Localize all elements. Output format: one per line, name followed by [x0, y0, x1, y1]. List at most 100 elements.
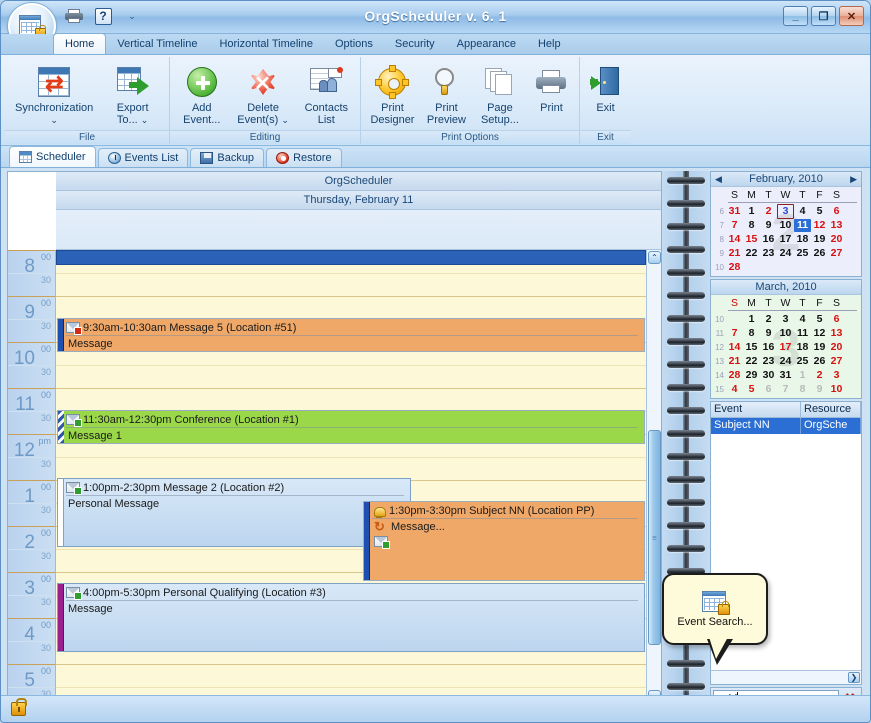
add-event-button[interactable]: Add Event... — [174, 60, 230, 126]
selected-time-block[interactable] — [56, 250, 646, 265]
exit-button[interactable]: Exit — [584, 60, 627, 114]
contacts-list-button[interactable]: Contacts List — [297, 60, 356, 126]
export-to-button[interactable]: Export To... ⌄ — [100, 60, 165, 126]
calendar-day-cell[interactable]: 20 — [828, 341, 845, 354]
calendar-day-cell[interactable]: 31 — [777, 369, 794, 382]
calendar-day-cell[interactable]: 2 — [760, 313, 777, 326]
calendar-day-cell[interactable]: 9 — [811, 383, 828, 396]
calendar-day-cell[interactable]: 5 — [743, 383, 760, 396]
calendar-day-cell[interactable]: 20 — [828, 233, 845, 246]
print-designer-button[interactable]: Print Designer — [365, 60, 420, 126]
calendar-day-cell[interactable]: 17 — [777, 341, 794, 354]
prev-month-button[interactable]: ◀ — [715, 174, 722, 185]
calendar-day-cell[interactable]: 10 — [777, 327, 794, 340]
calendar-day-cell[interactable]: 27 — [828, 247, 845, 260]
calendar-day-cell[interactable]: 14 — [726, 341, 743, 354]
ribbon-tab-appearance[interactable]: Appearance — [446, 34, 527, 54]
calendar-day-cell[interactable]: 6 — [760, 383, 777, 396]
ribbon-tab-help[interactable]: Help — [527, 34, 572, 54]
delete-events-button[interactable]: ✕ Delete Event(s) ⌄ — [231, 60, 296, 126]
all-day-area[interactable] — [56, 210, 661, 250]
tab-events-list[interactable]: Events List — [97, 148, 189, 167]
calendar-day-cell[interactable]: 11 — [794, 218, 811, 232]
calendar-day-cell[interactable]: 26 — [811, 355, 828, 368]
calendar-day-cell[interactable]: 15 — [743, 233, 760, 246]
calendar-day-cell[interactable]: 25 — [794, 355, 811, 368]
calendar-day-cell[interactable]: 18 — [794, 341, 811, 354]
calendar-day-cell[interactable]: 8 — [743, 219, 760, 232]
print-button[interactable]: Print — [528, 60, 575, 114]
tab-restore[interactable]: Restore — [266, 148, 342, 167]
calendar-day-cell[interactable]: 18 — [794, 233, 811, 246]
calendar-day-cell[interactable]: 22 — [743, 355, 760, 368]
time-slot-row[interactable] — [56, 365, 646, 388]
calendar-day-cell[interactable]: 4 — [794, 313, 811, 326]
scroll-right-button[interactable]: ❯ — [848, 672, 860, 683]
calendar-day-cell[interactable]: 1 — [743, 205, 760, 218]
calendar-day-cell[interactable]: 1 — [743, 313, 760, 326]
calendar-day-cell[interactable]: 24 — [777, 247, 794, 260]
lock-icon[interactable] — [11, 698, 27, 716]
calendar-day-cell[interactable]: 25 — [794, 247, 811, 260]
chevron-down-icon[interactable]: ⌄ — [281, 115, 289, 125]
scroll-up-button[interactable]: ⌃ — [648, 251, 661, 264]
calendar-day-cell[interactable]: 9 — [760, 327, 777, 340]
calendar-day-cell[interactable]: 16 — [760, 341, 777, 354]
calendar-day-cell[interactable]: 3 — [777, 313, 794, 326]
ribbon-tab-vertical-timeline[interactable]: Vertical Timeline — [106, 34, 208, 54]
calendar-day-cell[interactable]: 10 — [828, 383, 845, 396]
calendar-day-cell[interactable]: 6 — [828, 205, 845, 218]
calendar-day-cell[interactable]: 4 — [726, 383, 743, 396]
calendar-day-cell[interactable]: 10 — [777, 219, 794, 232]
calendar-day-cell[interactable]: 1 — [794, 369, 811, 382]
calendar-day-cell[interactable]: 19 — [811, 341, 828, 354]
tab-backup[interactable]: Backup — [190, 148, 265, 167]
calendar-day-cell[interactable]: 17 — [777, 233, 794, 246]
ribbon-tab-options[interactable]: Options — [324, 34, 384, 54]
calendar-day-cell[interactable]: 28 — [726, 261, 743, 274]
calendar-day-cell[interactable]: 8 — [743, 327, 760, 340]
calendar-day-cell[interactable]: 29 — [743, 369, 760, 382]
calendar-day-cell[interactable]: 30 — [760, 369, 777, 382]
calendar-day-cell[interactable]: 7 — [726, 219, 743, 232]
scrollbar-thumb[interactable] — [648, 430, 661, 645]
calendar-day-cell[interactable]: 5 — [811, 313, 828, 326]
calendar-day-cell[interactable]: 14 — [726, 233, 743, 246]
calendar-day-cell[interactable]: 9 — [760, 219, 777, 232]
appointment-conference[interactable]: 11:30am-12:30pm Conference (Location #1)… — [57, 410, 645, 444]
calendar-day-cell[interactable]: 23 — [760, 247, 777, 260]
appointment-personal-qualifying[interactable]: 4:00pm-5:30pm Personal Qualifying (Locat… — [57, 583, 645, 652]
time-slot-row[interactable] — [56, 296, 646, 319]
calendar-grid-february[interactable]: 2 S M T W T F S 6 31 1 2 3 4 5 6 7 7 8 9 10 11 12 13 8 14 15 16 17 1… — [711, 187, 861, 276]
maximize-button[interactable]: ❐ — [811, 6, 836, 26]
time-slot-row[interactable] — [56, 457, 646, 480]
close-button[interactable]: ✕ — [839, 6, 864, 26]
calendar-day-cell[interactable]: 7 — [777, 383, 794, 396]
calendar-day-cell[interactable]: 16 — [760, 233, 777, 246]
calendar-day-cell[interactable]: 3 — [777, 203, 794, 219]
calendar-day-cell[interactable]: 26 — [811, 247, 828, 260]
column-header-event[interactable]: Event — [711, 402, 801, 417]
calendar-day-cell[interactable]: 11 — [794, 327, 811, 340]
calendar-day-cell[interactable]: 8 — [794, 383, 811, 396]
ribbon-tab-security[interactable]: Security — [384, 34, 446, 54]
appointment-canvas[interactable]: 9:30am-10:30am Message 5 (Location #51) … — [56, 250, 646, 704]
chevron-down-icon[interactable]: ⌄ — [50, 115, 58, 125]
calendar-day-cell[interactable]: 12 — [811, 219, 828, 232]
calendar-day-cell[interactable]: 13 — [828, 219, 845, 232]
calendar-grid-march[interactable]: 3 S M T W T F S 10 1 2 3 4 5 6 11 7 8 9 10 11 12 13 12 14 15 16 17… — [711, 295, 861, 398]
calendar-day-cell[interactable]: 6 — [828, 313, 845, 326]
table-row[interactable]: Subject NN OrgSche — [711, 418, 861, 434]
calendar-day-cell[interactable]: 5 — [811, 205, 828, 218]
synchronization-button[interactable]: ⇄ Synchronization ⌄ — [9, 60, 99, 126]
time-slot-row[interactable] — [56, 273, 646, 296]
calendar-day-cell[interactable]: 2 — [811, 369, 828, 382]
calendar-day-cell[interactable]: 7 — [726, 327, 743, 340]
calendar-day-cell[interactable]: 15 — [743, 341, 760, 354]
day-header[interactable]: Thursday, February 11 — [56, 191, 661, 210]
calendar-day-cell[interactable]: 2 — [760, 205, 777, 218]
calendar-day-cell[interactable]: 24 — [777, 355, 794, 368]
time-slot-row[interactable] — [56, 664, 646, 687]
calendar-day-cell[interactable]: 19 — [811, 233, 828, 246]
event-grid-horizontal-scrollbar[interactable]: ❯ — [711, 670, 861, 684]
